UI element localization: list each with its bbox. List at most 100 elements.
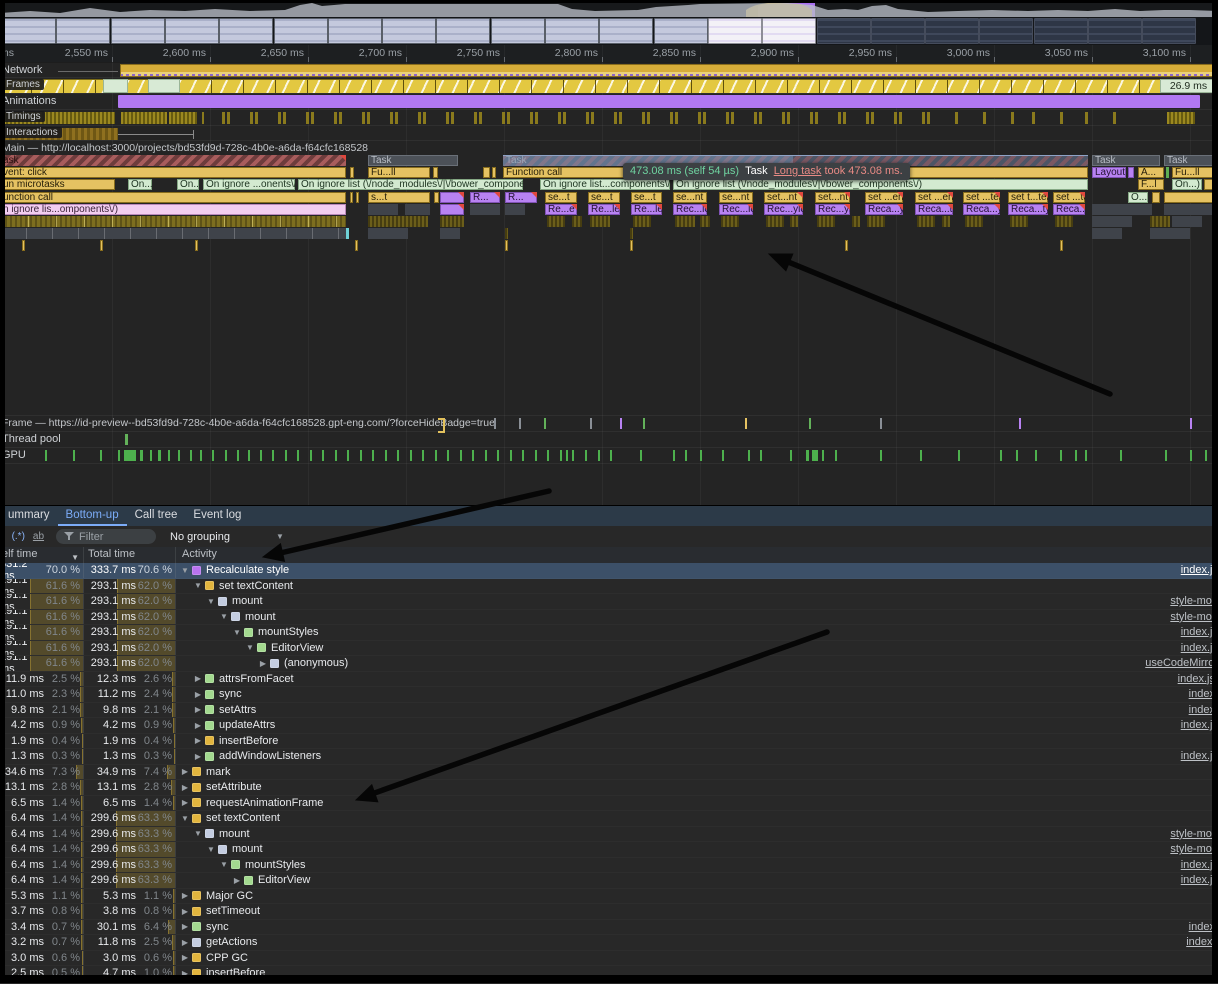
flame-bar[interactable]: set t...tent [1008, 192, 1048, 203]
flame-bar[interactable] [965, 216, 983, 227]
flame-bar[interactable] [590, 216, 610, 227]
filter-input[interactable]: Filter [56, 529, 156, 544]
flame-bar[interactable] [1060, 240, 1063, 251]
flame-bar[interactable] [505, 204, 525, 215]
flame-bar[interactable]: set ...tent [1053, 192, 1085, 203]
source-link[interactable]: index.j [1186, 936, 1218, 948]
flame-bar[interactable] [434, 192, 439, 203]
source-link[interactable]: style-mod [1170, 595, 1218, 607]
expand-icon[interactable]: ▶ [230, 876, 244, 885]
flame-bar[interactable]: unction call [0, 192, 346, 203]
filmstrip-thumbnail[interactable] [545, 18, 599, 44]
flame-bar[interactable]: set...nt [815, 192, 850, 203]
flame-bar[interactable] [1152, 192, 1160, 203]
flame-bar[interactable] [1128, 167, 1134, 178]
filmstrip-thumbnail[interactable] [56, 18, 110, 44]
filmstrip-thumbnail[interactable] [111, 18, 165, 44]
flame-bar[interactable] [433, 167, 438, 178]
source-link[interactable]: index.js [1181, 642, 1218, 654]
collapse-icon[interactable]: ▼ [204, 597, 218, 606]
flame-bar[interactable]: R... [470, 192, 500, 203]
flame-bar[interactable] [368, 216, 428, 227]
table-row[interactable]: 6.4 ms1.4 %299.6 ms63.3 %▼set textConten… [0, 811, 1218, 827]
table-row[interactable]: 4.2 ms0.9 %4.2 ms0.9 %▶updateAttrsindex.… [0, 718, 1218, 734]
flame-bar[interactable]: un microtasks [0, 179, 115, 190]
flame-bar[interactable] [700, 216, 710, 227]
flame-bar[interactable] [721, 216, 739, 227]
expand-icon[interactable]: ▶ [191, 752, 205, 761]
flame-bar[interactable]: On ignore list...components\/) [540, 179, 670, 190]
track-frames[interactable]: Frames 26.9 ms [0, 77, 1218, 94]
flame-bar[interactable] [817, 216, 835, 227]
flame-bar[interactable]: On...) [128, 179, 152, 190]
table-row[interactable]: 11.9 ms2.5 %12.3 ms2.6 %▶attrsFromFaceti… [0, 672, 1218, 688]
filmstrip-thumbnail[interactable] [1142, 18, 1196, 44]
source-link[interactable]: index. [1189, 704, 1218, 716]
regex-icon[interactable]: (.*) [12, 531, 25, 542]
flame-bar[interactable] [1092, 204, 1152, 215]
expand-icon[interactable]: ▶ [191, 690, 205, 699]
source-link[interactable]: index. [1189, 688, 1218, 700]
flame-bar[interactable]: Reca...tyle [1008, 204, 1048, 215]
flame-bar[interactable] [1055, 216, 1073, 227]
flame-bar[interactable]: Reca...yle [963, 204, 1000, 215]
flame-bar[interactable] [942, 216, 950, 227]
flame-bar[interactable]: Rec...le [673, 204, 707, 215]
flame-bar[interactable] [405, 204, 430, 215]
flame-bar[interactable] [0, 216, 346, 227]
flame-bar[interactable]: Reca...yle [1053, 204, 1085, 215]
table-row[interactable]: 3.0 ms0.6 %3.0 ms0.6 %▶CPP GC [0, 951, 1218, 967]
tab-event-log[interactable]: Event log [185, 506, 249, 526]
flame-bar[interactable]: Rec...yle [815, 204, 850, 215]
table-row[interactable]: 3.7 ms0.8 %3.8 ms0.8 %▶setTimeout [0, 904, 1218, 920]
flame-bar[interactable] [440, 204, 464, 215]
flame-bar[interactable] [917, 216, 935, 227]
filmstrip-thumbnail[interactable] [2, 18, 56, 44]
flame-bar[interactable]: se...nt [673, 192, 707, 203]
flame-bar[interactable]: Task [1092, 155, 1160, 166]
flame-bar[interactable] [547, 216, 565, 227]
source-link[interactable]: index.js [1181, 719, 1218, 731]
expand-icon[interactable]: ▶ [191, 721, 205, 730]
flame-bar[interactable] [633, 216, 651, 227]
filmstrip-thumbnail[interactable] [925, 18, 979, 44]
table-row[interactable]: 291.1 ms61.6 %293.1 ms62.0 %▼mountStyles… [0, 625, 1218, 641]
flame-bar[interactable] [1150, 216, 1170, 227]
flame-bar[interactable]: Fu...ll [1172, 167, 1216, 178]
flame-bar[interactable]: A... [1138, 167, 1164, 178]
source-link[interactable]: index.js [1181, 750, 1218, 762]
frame-duration-badge[interactable]: 26.9 ms [1160, 79, 1217, 93]
expand-icon[interactable]: ▶ [178, 907, 192, 916]
flame-bar[interactable] [845, 240, 848, 251]
expand-icon[interactable]: ▶ [178, 798, 192, 807]
expand-icon[interactable]: ▶ [178, 767, 192, 776]
filmstrip-thumbnail[interactable] [274, 18, 328, 44]
flame-bar[interactable]: Fu...ll [368, 167, 430, 178]
flame-bar[interactable] [346, 228, 349, 239]
source-link[interactable]: index.js: [1178, 673, 1218, 685]
flame-bar[interactable]: Task [1164, 155, 1218, 166]
expand-icon[interactable]: ▶ [256, 659, 270, 668]
flame-bar[interactable]: Re...e [545, 204, 577, 215]
flame-bar[interactable]: R... [505, 192, 537, 203]
flame-bar[interactable]: set ...ent [865, 192, 903, 203]
match-case-icon[interactable]: a [0, 531, 4, 542]
source-link[interactable]: useCodeMirror [1145, 657, 1218, 669]
flame-bar[interactable]: se...t [545, 192, 577, 203]
filmstrip-thumbnail[interactable] [762, 18, 816, 44]
collapse-icon[interactable]: ▼ [191, 581, 205, 590]
tab-ummary[interactable]: ummary [0, 506, 58, 526]
expand-icon[interactable]: ▶ [178, 922, 192, 931]
flame-bar[interactable]: se...t [631, 192, 662, 203]
network-requests-bar[interactable] [120, 64, 1217, 77]
track-animations[interactable]: Animations [0, 93, 1218, 110]
flame-bar[interactable]: vent: click [0, 167, 346, 178]
match-word-icon[interactable]: ab [33, 531, 44, 542]
flame-bar[interactable]: On ignore list (\/node_modules\/|\/bower… [673, 179, 1088, 190]
track-frame[interactable]: Frame — https://id-preview--bd53fd9d-728… [0, 415, 1218, 431]
filmstrip-thumbnail[interactable] [1088, 18, 1142, 44]
flame-bar[interactable] [350, 167, 354, 178]
filmstrip-thumbnail[interactable] [979, 18, 1033, 44]
flame-bar[interactable] [440, 216, 464, 227]
flame-bar[interactable]: Rec...le [719, 204, 753, 215]
